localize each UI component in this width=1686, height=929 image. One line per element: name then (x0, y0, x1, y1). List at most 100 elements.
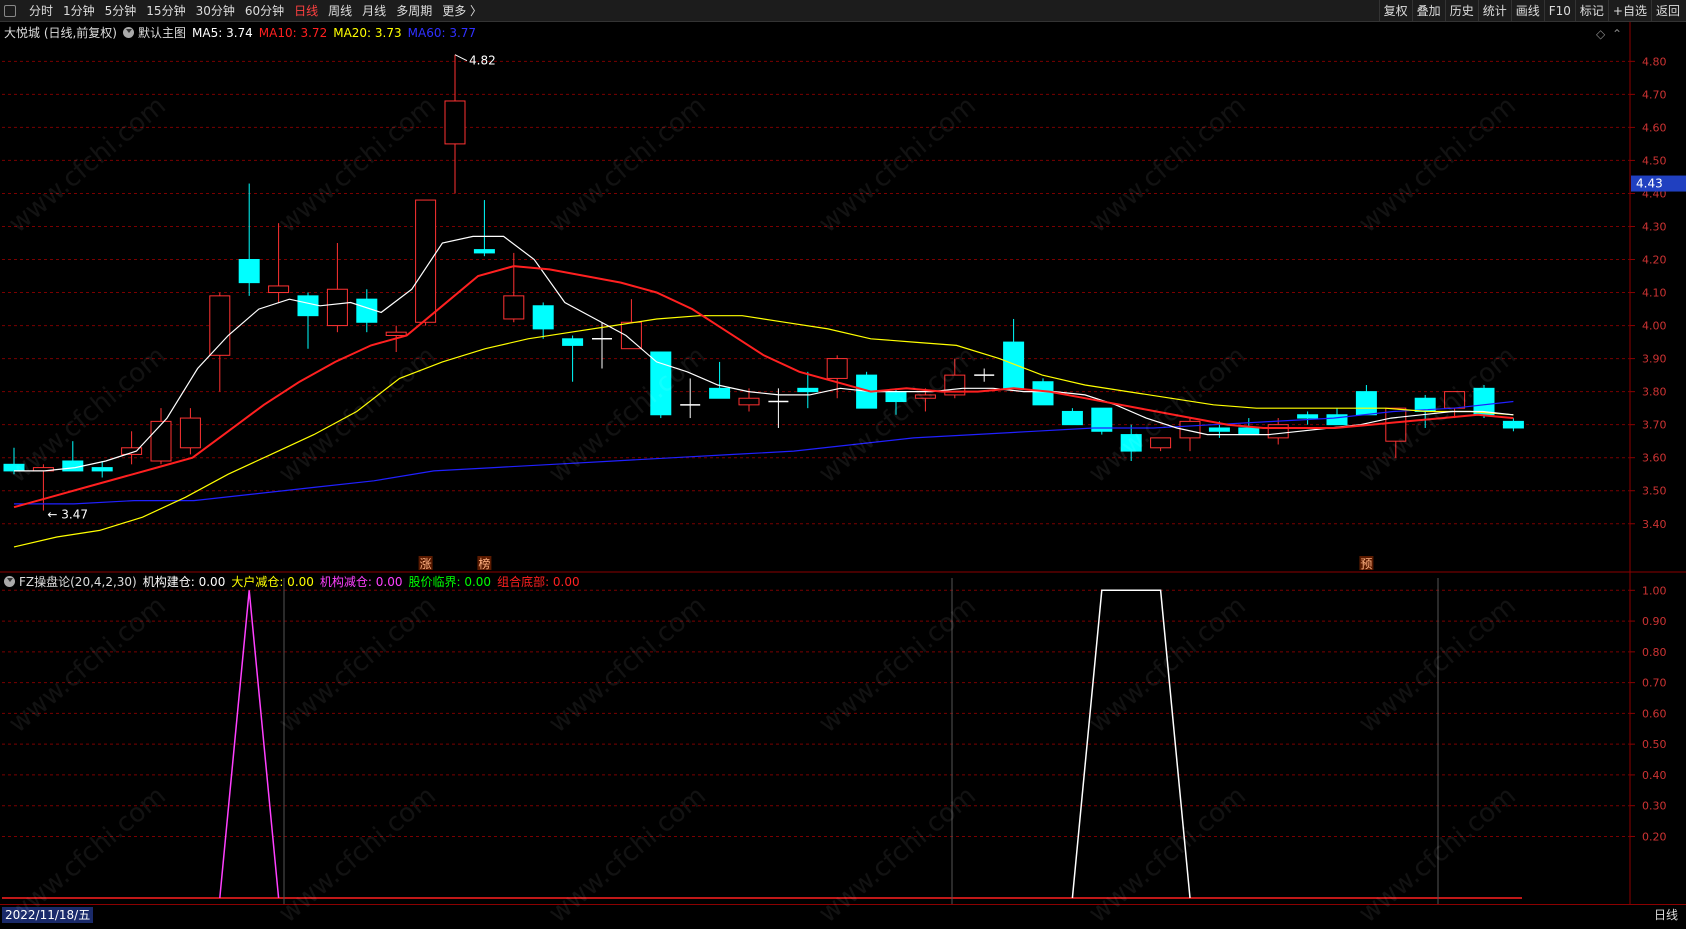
period-tab-3[interactable]: 15分钟 (141, 0, 190, 22)
candle-body (62, 460, 84, 472)
candle (797, 371, 819, 409)
candle-body (532, 305, 554, 330)
candle-body (1326, 414, 1348, 426)
stock-chart[interactable]: 3.40 3.50 3.60 3.70 3.80 3.90 4.00 4.10 4.20 4.30… (0, 0, 1686, 924)
indicator-tick-label: 1.00 (1642, 584, 1667, 597)
current-price-label: 4.43 (1636, 177, 1663, 191)
price-tick-label: 3.60 (1642, 452, 1667, 465)
candle-body (179, 417, 201, 449)
candle-body (385, 331, 407, 336)
ma60-value: MA60: 3.77 (407, 25, 477, 40)
period-tab-0[interactable]: 分时 (24, 0, 58, 22)
candle (415, 199, 437, 326)
candle (121, 431, 143, 465)
candle-body (1502, 420, 1524, 429)
price-tick-label: 3.70 (1642, 419, 1667, 432)
ma10-line (13, 265, 1514, 509)
date-axis-bar: 2022/11/18/五 日线 (0, 904, 1686, 924)
toolbar-button-1[interactable]: 叠加 (1411, 0, 1445, 22)
candle-body (356, 298, 378, 323)
candle-body (1267, 424, 1289, 439)
candle-body (738, 397, 760, 406)
price-tick-label: 4.10 (1642, 287, 1667, 300)
indicator-name[interactable]: FZ操盘论(20,4,2,30) (19, 573, 137, 590)
period-tab-2[interactable]: 5分钟 (100, 0, 142, 22)
event-marker: 榜 (478, 556, 490, 571)
candle (268, 223, 290, 303)
indicator-tick-label: 0.90 (1642, 615, 1667, 628)
period-label[interactable]: 日线 (1654, 905, 1678, 925)
main-template-label[interactable]: 默认主图 (138, 24, 186, 41)
candle-body (1150, 437, 1172, 449)
period-tab-10[interactable]: 更多 〉 (437, 0, 487, 22)
candle-body (709, 387, 731, 399)
period-tab-4[interactable]: 30分钟 (191, 0, 240, 22)
toolbar-button-2[interactable]: 历史 (1444, 0, 1478, 22)
toolbar-button-4[interactable]: 画线 (1510, 0, 1544, 22)
candle-body (297, 295, 319, 317)
candle-body (268, 285, 290, 294)
price-tick-label: 4.70 (1642, 88, 1667, 101)
period-tab-6[interactable]: 日线 (289, 0, 323, 22)
period-tab-9[interactable]: 多周期 (391, 0, 437, 22)
candle-body (238, 259, 260, 284)
candle (503, 252, 525, 323)
candle (326, 243, 348, 333)
candle-body (1444, 391, 1466, 409)
price-tick-label: 4.20 (1642, 254, 1667, 267)
indicator-menu-icon[interactable] (4, 576, 15, 587)
price-tick-label: 4.80 (1642, 55, 1667, 68)
candle (238, 183, 260, 296)
indicator-tick-label: 0.40 (1642, 769, 1667, 782)
toolbar-button-7[interactable]: +自选 (1607, 0, 1651, 22)
series-jigou-jiancang: 机构建仓: 0.00 (142, 575, 226, 589)
candle (1061, 408, 1083, 426)
window-icon[interactable] (4, 5, 16, 17)
stock-name[interactable]: 大悦城 (日线,前复权) (4, 24, 117, 41)
candle-body (1208, 427, 1230, 432)
candle-body (914, 394, 936, 399)
candle-body (1355, 391, 1377, 416)
price-tick-label: 3.50 (1642, 485, 1667, 498)
candle-body (473, 249, 495, 254)
high-pointer (454, 54, 468, 62)
candle-body (3, 463, 25, 472)
indicator-tick-label: 0.80 (1642, 646, 1667, 659)
toolbar-button-8[interactable]: 返回 (1650, 0, 1684, 22)
candle (1091, 407, 1113, 435)
candle (3, 447, 25, 475)
period-tab-1[interactable]: 1分钟 (58, 0, 100, 22)
event-marker: 涨 (420, 556, 432, 571)
candle (1297, 411, 1319, 425)
series-dahu-jiancang: 大户减仓: 0.00 (231, 575, 314, 589)
toolbar-button-3[interactable]: 统计 (1477, 0, 1511, 22)
candle-body (797, 387, 819, 393)
ma10-value: MA10: 3.72 (258, 25, 328, 40)
candle (356, 289, 378, 333)
candle (1150, 437, 1172, 452)
toolbar-button-0[interactable]: 复权 (1378, 0, 1412, 22)
candle-body (444, 100, 466, 145)
candle-body (1003, 341, 1025, 389)
candle-body (562, 338, 584, 346)
period-tab-8[interactable]: 月线 (357, 0, 391, 22)
dropdown-circle-icon[interactable] (123, 27, 134, 38)
period-tab-7[interactable]: 周线 (323, 0, 357, 22)
candle (1385, 407, 1407, 458)
candle-body (91, 467, 113, 472)
toolbar-button-5[interactable]: F10 (1543, 0, 1575, 22)
price-tick-label: 4.60 (1642, 121, 1667, 134)
candle (179, 408, 201, 455)
candle (209, 292, 231, 392)
toolbar-button-6[interactable]: 标记 (1574, 0, 1608, 22)
indicator-tick-label: 0.70 (1642, 677, 1667, 690)
cursor-date: 2022/11/18/五 (2, 907, 94, 923)
candle (1502, 418, 1524, 432)
candle (680, 378, 701, 419)
candle (1120, 424, 1142, 461)
candle (532, 302, 554, 339)
candle-body (503, 295, 525, 320)
series-jigou-jiancang2: 机构减仓: 0.00 (319, 575, 403, 589)
period-tab-5[interactable]: 60分钟 (240, 0, 289, 22)
candle-body (620, 321, 642, 350)
